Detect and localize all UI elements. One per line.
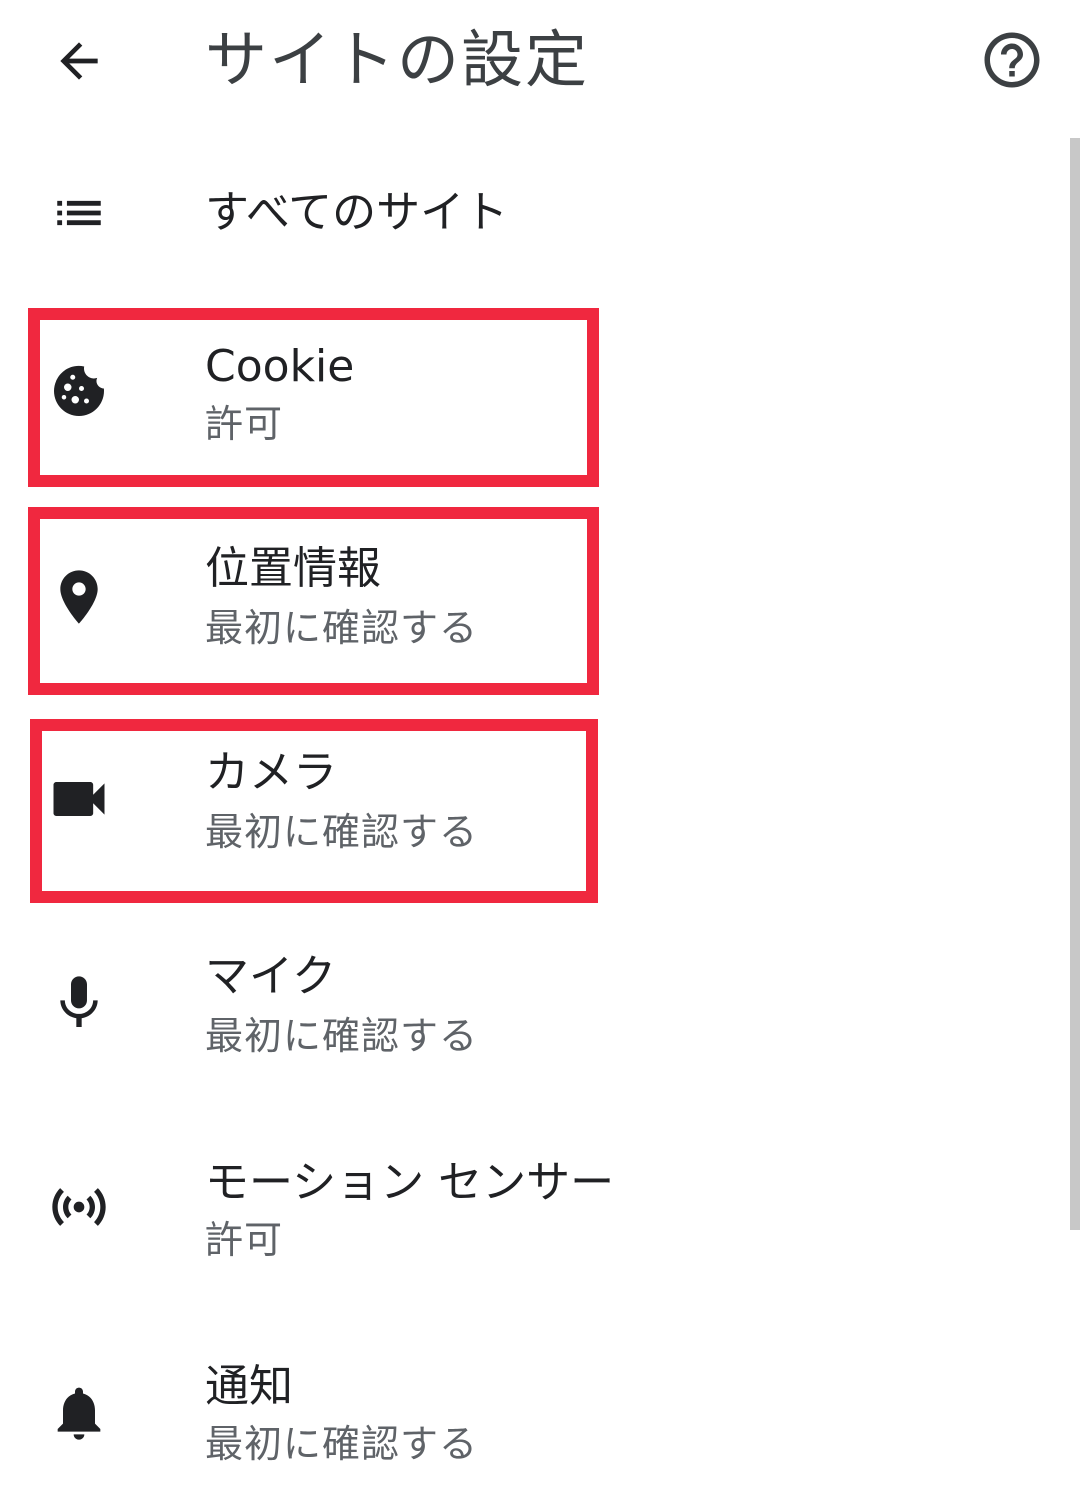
item-label: モーション センサー (205, 1157, 615, 1208)
help-circle-icon (984, 32, 1040, 88)
scrollbar[interactable] (1070, 138, 1080, 1230)
mic-icon (44, 968, 114, 1038)
settings-item-motion-sensors[interactable]: モーション センサー 許可 (0, 1136, 1068, 1296)
item-label: 通知 (205, 1361, 293, 1412)
item-status: 許可 (205, 1218, 284, 1262)
all-sites-row[interactable]: すべてのサイト (0, 160, 1068, 270)
bell-icon (44, 1378, 114, 1448)
app-bar: サイトの設定 (0, 0, 1080, 120)
sensors-icon (44, 1172, 114, 1242)
highlight-box-camera (30, 719, 598, 903)
settings-item-mic[interactable]: マイク 最初に確認する (0, 930, 1068, 1090)
all-sites-label: すべてのサイト (205, 187, 509, 238)
item-label: マイク (205, 951, 337, 1002)
page-title: サイトの設定 (205, 23, 590, 96)
list-icon (44, 178, 114, 248)
settings-item-notifications[interactable]: 通知 最初に確認する (0, 1342, 1068, 1502)
item-status: 最初に確認する (205, 1014, 479, 1058)
highlight-box-location (28, 507, 599, 695)
arrow-back-icon (60, 42, 98, 80)
item-status: 最初に確認する (205, 1422, 479, 1466)
back-button[interactable] (40, 22, 118, 100)
highlight-box-cookie (28, 308, 599, 487)
help-button[interactable] (972, 20, 1052, 100)
